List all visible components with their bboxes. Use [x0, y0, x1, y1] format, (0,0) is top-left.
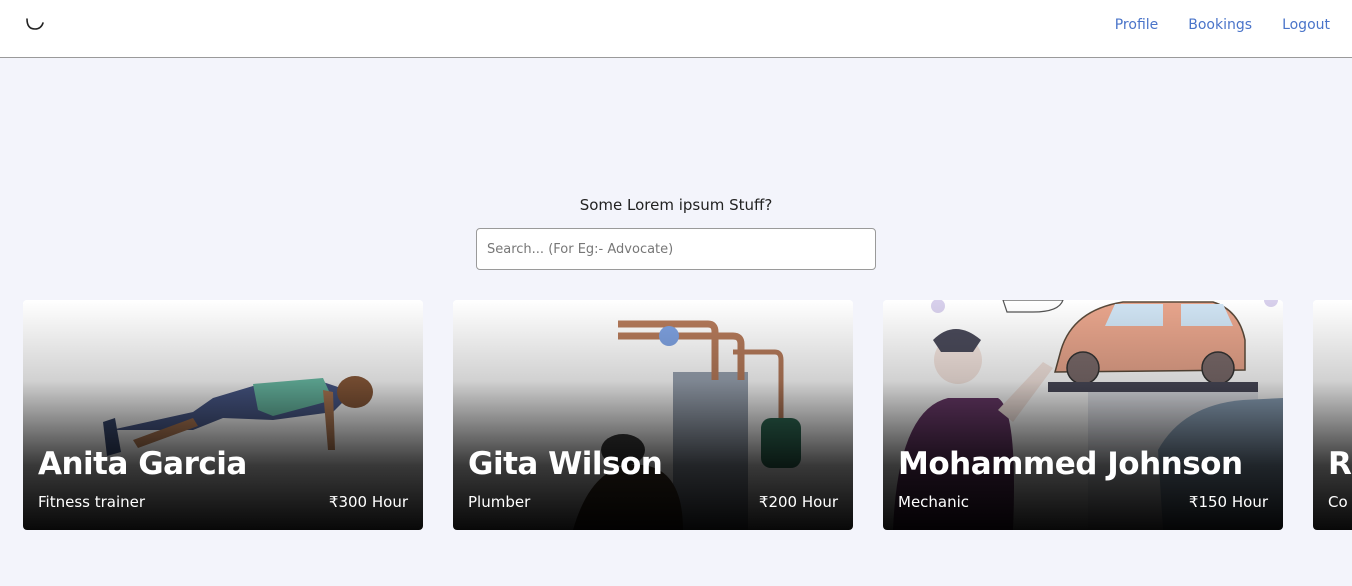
navbar: Profile Bookings Logout	[0, 0, 1352, 58]
nav-links: Profile Bookings Logout	[1115, 17, 1330, 33]
provider-rate: ₹150 Hour	[1188, 493, 1268, 511]
hero: Some Lorem ipsum Stuff?	[0, 196, 1352, 214]
nav-link-logout[interactable]: Logout	[1282, 17, 1330, 33]
provider-name: Gita Wilson	[468, 446, 663, 482]
provider-card[interactable]: Anita Garcia Fitness trainer ₹300 Hour	[23, 300, 423, 530]
provider-card[interactable]: Mohammed Johnson Mechanic ₹150 Hour	[883, 300, 1283, 530]
search-input[interactable]	[476, 228, 876, 270]
provider-name: Mohammed Johnson	[898, 446, 1243, 482]
provider-role: Co	[1328, 493, 1348, 511]
nav-link-profile[interactable]: Profile	[1115, 17, 1159, 33]
provider-cards: Anita Garcia Fitness trainer ₹300 Hour G…	[0, 300, 1352, 530]
provider-role: Plumber	[468, 493, 531, 511]
hero-title: Some Lorem ipsum Stuff?	[579, 196, 773, 214]
logo-icon[interactable]	[24, 14, 46, 32]
provider-name: R	[1328, 446, 1352, 482]
nav-link-bookings[interactable]: Bookings	[1188, 17, 1252, 33]
provider-rate: ₹200 Hour	[758, 493, 838, 511]
provider-name: Anita Garcia	[38, 446, 247, 482]
provider-role: Mechanic	[898, 493, 970, 511]
provider-card[interactable]: R Co	[1313, 300, 1352, 530]
provider-role: Fitness trainer	[38, 493, 146, 511]
provider-rate: ₹300 Hour	[328, 493, 408, 511]
provider-card[interactable]: Gita Wilson Plumber ₹200 Hour	[453, 300, 853, 530]
